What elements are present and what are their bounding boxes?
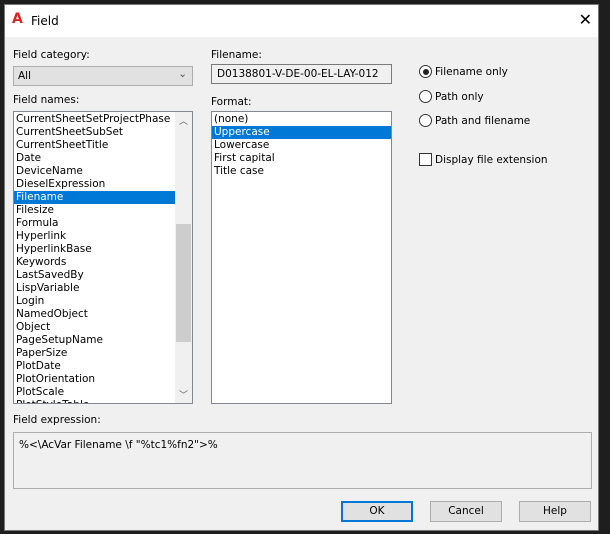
checkbox-label: Display file extension [435, 153, 548, 166]
checkbox-icon[interactable] [419, 153, 432, 166]
list-item[interactable]: CurrentSheetTitle [14, 139, 192, 152]
scroll-up-icon[interactable]: ︿ [175, 114, 192, 127]
list-item[interactable]: Uppercase [212, 126, 391, 139]
list-item[interactable]: Title case [212, 165, 391, 178]
radio-label: Filename only [435, 65, 508, 78]
list-item[interactable]: DieselExpression [14, 178, 192, 191]
list-item[interactable]: PaperSize [14, 347, 192, 360]
title-bar: A Field ✕ [5, 5, 598, 37]
radio-label: Path and filename [435, 114, 531, 127]
list-item[interactable]: Lowercase [212, 139, 391, 152]
list-item[interactable]: Hyperlink [14, 230, 192, 243]
list-item[interactable]: NamedObject [14, 308, 192, 321]
field-names-list[interactable]: CurrentSheetSetProjectPhase CurrentSheetS… [13, 111, 193, 404]
list-item[interactable]: Filename [14, 191, 192, 204]
filename-label: Filename: [211, 49, 262, 61]
list-item[interactable]: HyperlinkBase [14, 243, 192, 256]
window-title: Field [31, 14, 59, 28]
filename-field[interactable]: D0138801-V-DE-00-EL-LAY-012 [211, 64, 392, 84]
close-icon[interactable]: ✕ [579, 10, 592, 29]
radio-icon[interactable] [419, 90, 432, 103]
cancel-button[interactable]: Cancel [430, 501, 502, 522]
list-item[interactable]: Login [14, 295, 192, 308]
radio-filename-only[interactable]: Filename only [419, 65, 508, 78]
field-category-dropdown[interactable]: All ⌄ [13, 66, 193, 86]
list-item[interactable]: CurrentSheetSubSet [14, 126, 192, 139]
field-category-label: Field category: [13, 49, 90, 61]
list-item[interactable]: Formula [14, 217, 192, 230]
ok-button[interactable]: OK [341, 501, 413, 522]
list-item[interactable]: LispVariable [14, 282, 192, 295]
list-item[interactable]: PlotDate [14, 360, 192, 373]
autocad-logo-icon: A [12, 11, 23, 27]
radio-icon[interactable] [419, 65, 432, 78]
chevron-down-icon: ⌄ [178, 68, 187, 80]
field-expression-label: Field expression: [13, 414, 101, 426]
list-item[interactable]: LastSavedBy [14, 269, 192, 282]
field-category-value: All [18, 70, 32, 82]
display-extension-checkbox[interactable]: Display file extension [419, 153, 548, 166]
field-expression-box[interactable]: %<\AcVar Filename \f "%tc1%fn2">% [13, 432, 592, 489]
scroll-down-icon[interactable]: ﹀ [175, 388, 192, 401]
scrollbar-thumb[interactable] [176, 224, 191, 342]
format-label: Format: [211, 96, 252, 108]
radio-label: Path only [435, 90, 484, 103]
list-item[interactable]: PlotStyleTable [14, 399, 192, 403]
list-item[interactable]: First capital [212, 152, 391, 165]
radio-path-and-filename[interactable]: Path and filename [419, 114, 530, 127]
help-button[interactable]: Help [519, 501, 591, 522]
list-item[interactable]: PageSetupName [14, 334, 192, 347]
field-dialog: A Field ✕ Field category: All ⌄ Field na… [4, 4, 599, 531]
list-item[interactable]: (none) [212, 113, 391, 126]
list-item[interactable]: Filesize [14, 204, 192, 217]
list-item[interactable]: DeviceName [14, 165, 192, 178]
list-item[interactable]: CurrentSheetSetProjectPhase [14, 113, 192, 126]
radio-icon[interactable] [419, 114, 432, 127]
list-item[interactable]: Keywords [14, 256, 192, 269]
radio-path-only[interactable]: Path only [419, 90, 484, 103]
format-list[interactable]: (none) Uppercase Lowercase First capital Tit… [211, 111, 392, 404]
list-item[interactable]: PlotScale [14, 386, 192, 399]
list-item[interactable]: Date [14, 152, 192, 165]
field-names-label: Field names: [13, 94, 80, 106]
list-item[interactable]: PlotOrientation [14, 373, 192, 386]
list-item[interactable]: Object [14, 321, 192, 334]
field-names-scrollbar[interactable]: ︿ ﹀ [175, 112, 192, 403]
